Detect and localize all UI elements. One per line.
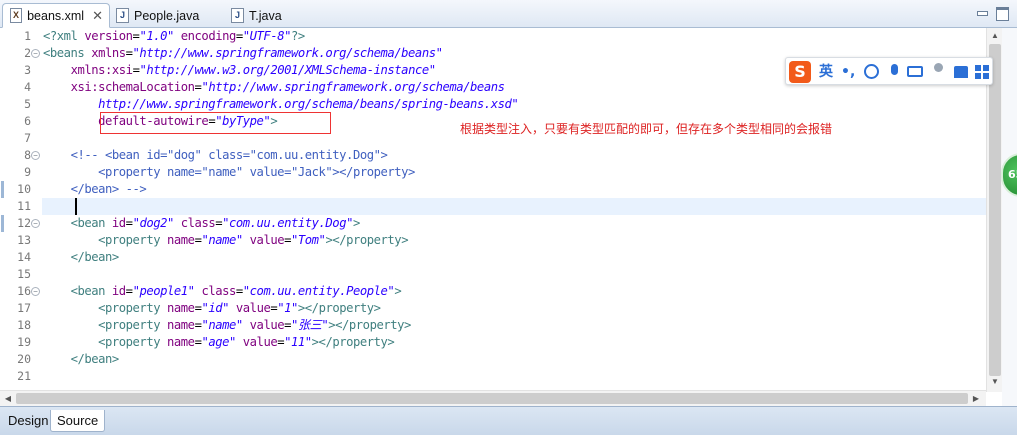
line-number: 19 <box>17 335 31 349</box>
ime-toolbar[interactable]: S 英 •, <box>785 57 993 85</box>
line-number: 4 <box>24 80 31 94</box>
code-line: http://www.springframework.org/schema/be… <box>98 97 519 111</box>
code-line: xmlns:xsi="http://www.w3.org/2001/XMLSch… <box>70 63 437 77</box>
line-number: 5 <box>24 97 31 111</box>
tab-people-java[interactable]: J People.java <box>116 3 199 28</box>
user-icon[interactable] <box>930 62 946 82</box>
scroll-down-icon[interactable]: ▼ <box>987 374 1003 390</box>
line-number: 8 <box>24 148 31 162</box>
code-line: <!-- <bean id="dog" class="com.uu.entity… <box>70 148 388 162</box>
tab-beans-xml[interactable]: X beans.xml ✕ <box>2 3 110 28</box>
editor-right-margin <box>1002 28 1017 406</box>
code-line: xsi:schemaLocation="http://www.springfra… <box>70 80 505 94</box>
skin-shirt-icon[interactable] <box>953 62 969 82</box>
close-icon[interactable]: ✕ <box>92 8 103 24</box>
scroll-up-icon[interactable]: ▲ <box>987 28 1003 44</box>
keyboard-icon[interactable] <box>907 62 923 82</box>
line-number: 18 <box>17 318 31 332</box>
java-file-icon: J <box>116 8 129 23</box>
fold-toggle-icon[interactable]: − <box>31 49 40 58</box>
code-line: <property name="name" value="Tom"></prop… <box>98 233 409 247</box>
fold-toggle-icon[interactable]: − <box>31 219 40 228</box>
line-number: 1 <box>24 29 31 43</box>
toolbox-grid-icon[interactable] <box>975 62 989 82</box>
current-line-highlight <box>42 198 986 215</box>
line-number: 10 <box>17 182 31 196</box>
tab-label: beans.xml <box>27 8 85 23</box>
line-number: 11 <box>17 199 31 213</box>
sogou-logo-icon[interactable]: S <box>789 61 811 83</box>
code-line: <beans xmlns="http://www.springframework… <box>43 46 443 60</box>
code-line: <property name="name" value="张三"></prope… <box>98 318 411 332</box>
line-number: 2 <box>24 46 31 60</box>
tab-source[interactable]: Source <box>50 410 106 432</box>
minimize-icon[interactable] <box>975 5 989 19</box>
line-number: 21 <box>17 369 31 383</box>
text-caret <box>75 198 77 215</box>
line-number: 16 <box>17 284 31 298</box>
annotation-note: 根据类型注入，只要有类型匹配的即可，但存在多个类型相同的会报错 <box>460 122 833 136</box>
emoji-icon[interactable] <box>864 62 880 82</box>
scroll-right-icon[interactable]: ▶ <box>968 391 984 407</box>
line-number: 12 <box>17 216 31 230</box>
scroll-left-icon[interactable]: ◀ <box>0 391 16 407</box>
scrollbar-thumb[interactable] <box>16 393 968 404</box>
fold-toggle-icon[interactable]: − <box>31 151 40 160</box>
tab-design[interactable]: Design <box>2 410 54 432</box>
code-line: </bean> <box>70 250 120 264</box>
code-line: <property name="name" value="Jack"></pro… <box>98 165 415 179</box>
maximize-icon[interactable] <box>995 5 1009 21</box>
tab-label: T.java <box>249 8 282 23</box>
tab-label: People.java <box>134 8 200 23</box>
code-line: <bean id="people1" class="com.uu.entity.… <box>70 284 402 298</box>
code-line: </bean> --> <box>70 182 147 196</box>
ime-punctuation-toggle[interactable]: •, <box>841 62 855 82</box>
line-number: 7 <box>24 131 31 145</box>
line-number: 14 <box>17 250 31 264</box>
code-line: <bean id="dog2" class="com.uu.entity.Dog… <box>70 216 361 230</box>
java-file-icon: J <box>231 8 244 23</box>
code-line: <property name="age" value="11"></proper… <box>98 335 395 349</box>
line-number: 17 <box>17 301 31 315</box>
line-number: 13 <box>17 233 31 247</box>
editor-mode-tabs: Design Source <box>0 406 1017 435</box>
ime-language-toggle[interactable]: 英 <box>819 62 833 82</box>
line-number: 15 <box>17 267 31 281</box>
code-line: </bean> <box>70 352 120 366</box>
fold-toggle-icon[interactable]: − <box>31 287 40 296</box>
line-number: 20 <box>17 352 31 366</box>
xml-file-icon: X <box>10 8 23 23</box>
horizontal-scrollbar[interactable]: ◀ ▶ <box>0 390 986 406</box>
scrollbar-thumb[interactable] <box>989 44 1001 376</box>
line-number-gutter: 1 2 3 4 5 6 7 8 9 10 11 12 13 14 15 16 1… <box>0 28 42 406</box>
tab-t-java[interactable]: J T.java <box>231 3 282 28</box>
highlight-box <box>100 112 331 134</box>
line-number: 3 <box>24 63 31 77</box>
line-number: 9 <box>24 165 31 179</box>
code-line: <?xml version="1.0" encoding="UTF-8"?> <box>43 29 305 43</box>
editor-tab-bar: X beans.xml ✕ J People.java J T.java <box>0 0 1017 28</box>
line-number: 6 <box>24 114 31 128</box>
microphone-icon[interactable] <box>887 62 901 82</box>
code-line: <property name="id" value="1"></property… <box>98 301 381 315</box>
